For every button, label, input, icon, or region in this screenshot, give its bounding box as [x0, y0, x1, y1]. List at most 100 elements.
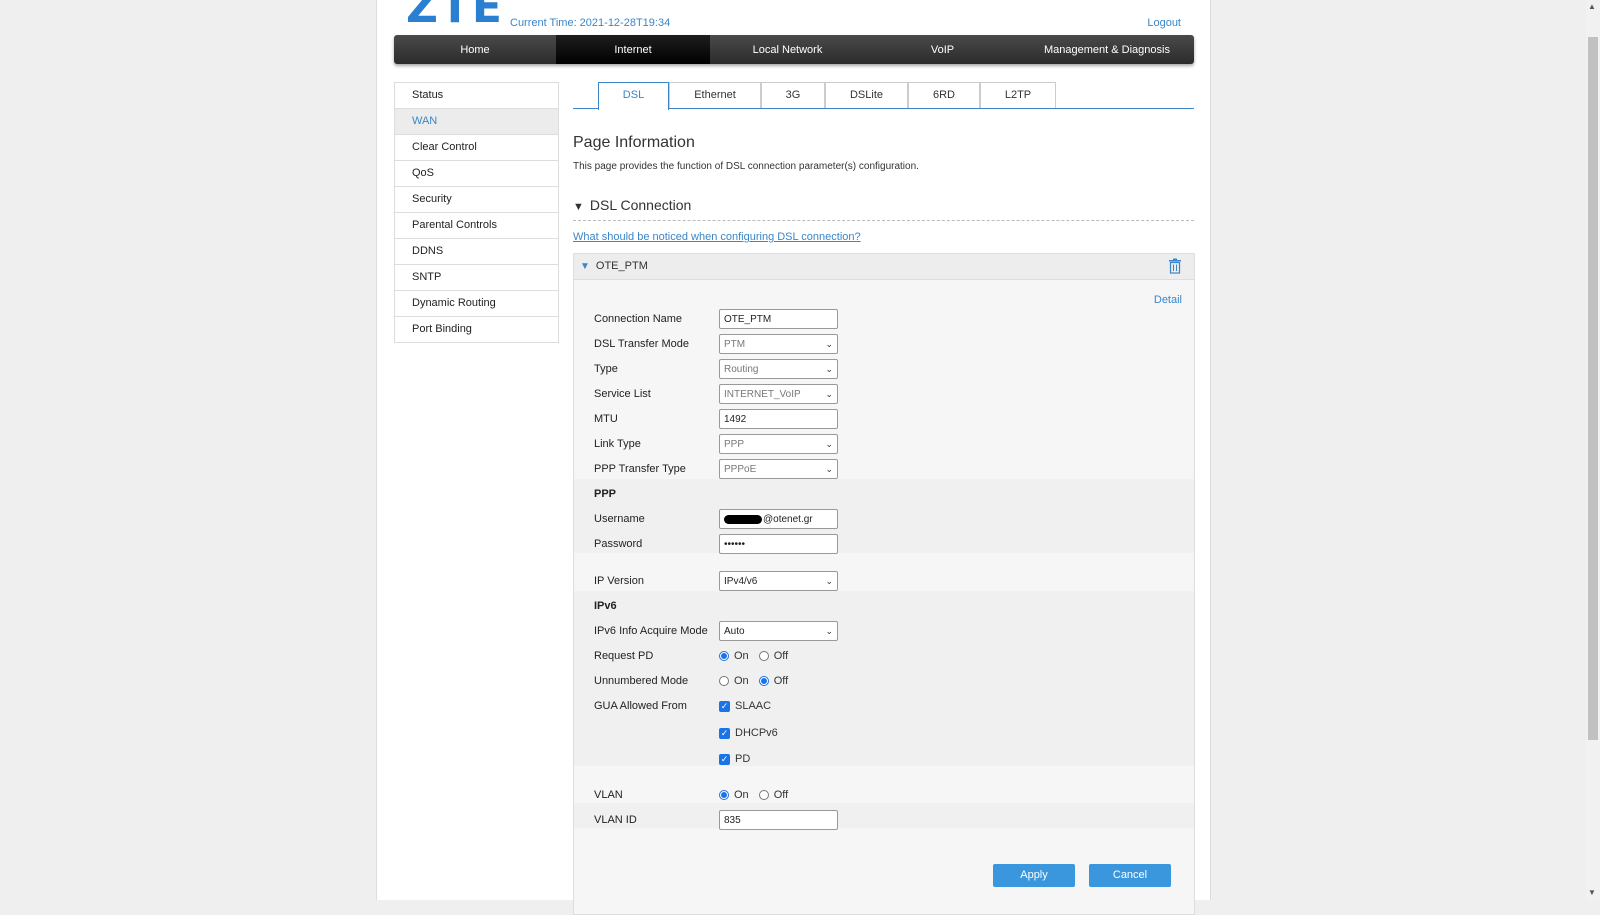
transfer-mode-value: PTM: [724, 338, 746, 350]
chevron-down-icon: ⌄: [825, 438, 833, 449]
service-list-value: INTERNET_VoIP: [724, 388, 801, 400]
vlan-on-label: On: [734, 789, 749, 801]
label-request-pd: Request PD: [594, 650, 654, 662]
label-username: Username: [594, 513, 645, 525]
radio-unchecked-icon: [758, 790, 769, 800]
row-gua-dhcpv6: ✓ DHCPv6: [594, 722, 788, 744]
row-ppp-transfer-type: PPP Transfer Type PPPoE ⌄: [594, 458, 838, 480]
vlan-on-radio[interactable]: On: [719, 789, 749, 801]
chevron-down-icon: ⌄: [825, 388, 833, 399]
page-description: This page provides the function of DSL c…: [573, 161, 919, 172]
nav-internet[interactable]: Internet: [556, 35, 710, 64]
help-link[interactable]: What should be noticed when configuring …: [573, 231, 861, 243]
tab-ethernet[interactable]: Ethernet: [669, 82, 761, 108]
section-title-text: DSL Connection: [589, 197, 692, 213]
tab-6rd[interactable]: 6RD: [908, 82, 980, 108]
tab-dslite[interactable]: DSLite: [825, 82, 908, 108]
checkbox-checked-icon: ✓: [719, 700, 730, 712]
ppp-transfer-type-select[interactable]: PPPoE ⌄: [719, 459, 838, 479]
ppp-transfer-type-value: PPPoE: [724, 463, 757, 475]
redaction-scribble: [724, 514, 762, 524]
connection-header[interactable]: ▼ OTE_PTM: [574, 254, 1194, 280]
tab-l2tp[interactable]: L2TP: [980, 82, 1056, 108]
service-list-select[interactable]: INTERNET_VoIP ⌄: [719, 384, 838, 404]
row-ipv6-mode: IPv6 Info Acquire Mode Auto ⌄: [594, 620, 838, 642]
sidebar-item-wan[interactable]: WAN: [395, 109, 558, 135]
ipv6-section-header: IPv6: [594, 600, 617, 612]
row-unnumbered: Unnumbered Mode On Off: [594, 670, 798, 692]
sidebar-item-qos[interactable]: QoS: [395, 161, 558, 187]
sidebar-item-security[interactable]: Security: [395, 187, 558, 213]
request-pd-on-radio[interactable]: On: [719, 650, 749, 662]
nav-local-network[interactable]: Local Network: [710, 35, 865, 64]
row-service-list: Service List INTERNET_VoIP ⌄: [594, 383, 838, 405]
sidebar-item-sntp[interactable]: SNTP: [395, 265, 558, 291]
section-title[interactable]: ▼ DSL Connection: [573, 197, 691, 213]
mtu-input[interactable]: 1492: [719, 409, 838, 429]
label-vlan-id: VLAN ID: [594, 814, 637, 826]
ip-version-select[interactable]: IPv4/v6 ⌄: [719, 571, 838, 591]
label-ppp-transfer-type: PPP Transfer Type: [594, 463, 686, 475]
label-mtu: MTU: [594, 413, 618, 425]
cancel-button[interactable]: Cancel: [1089, 864, 1171, 887]
sidebar-item-clear-control[interactable]: Clear Control: [395, 135, 558, 161]
row-vlan: VLAN On Off: [594, 784, 798, 806]
ipv6-mode-select[interactable]: Auto ⌄: [719, 621, 838, 641]
scroll-up-arrow-icon[interactable]: ▲: [1588, 2, 1596, 11]
sidebar-item-ddns[interactable]: DDNS: [395, 239, 558, 265]
vlan-id-input[interactable]: 835: [719, 810, 838, 830]
unnumbered-on-radio[interactable]: On: [719, 675, 749, 687]
type-value: Routing: [724, 363, 759, 375]
gua-pd-checkbox[interactable]: ✓ PD: [719, 753, 750, 765]
chevron-down-icon: ⌄: [825, 575, 833, 586]
username-value: @otenet.gr: [763, 513, 813, 525]
chevron-down-icon: ⌄: [825, 463, 833, 474]
ip-version-value: IPv4/v6: [724, 575, 758, 587]
type-select[interactable]: Routing ⌄: [719, 359, 838, 379]
vlan-off-label: Off: [773, 789, 789, 801]
unnumbered-off-label: Off: [773, 675, 789, 687]
radio-checked-icon: [758, 676, 769, 686]
current-time: Current Time: 2021-12-28T19:34: [510, 17, 671, 29]
checkbox-checked-icon: ✓: [719, 753, 730, 765]
nav-voip[interactable]: VoIP: [865, 35, 1020, 64]
page-container: ZTE Current Time: 2021-12-28T19:34 Logou…: [376, 0, 1211, 915]
sidebar-item-status[interactable]: Status: [395, 83, 558, 109]
gua-slaac-label: SLAAC: [735, 700, 772, 712]
logout-link[interactable]: Logout: [1147, 17, 1181, 29]
row-request-pd: Request PD On Off: [594, 645, 798, 667]
trash-icon[interactable]: [1168, 258, 1182, 274]
row-ip-version: IP Version IPv4/v6 ⌄: [594, 570, 838, 592]
request-pd-off-label: Off: [773, 650, 789, 662]
password-input[interactable]: ••••••: [719, 534, 838, 554]
nav-home[interactable]: Home: [394, 35, 556, 64]
main-nav: Home Internet Local Network VoIP Managem…: [394, 35, 1194, 64]
transfer-mode-select[interactable]: PTM ⌄: [719, 334, 838, 354]
gua-slaac-checkbox[interactable]: ✓ SLAAC: [719, 700, 771, 712]
detail-link[interactable]: Detail: [1154, 294, 1182, 306]
tab-dsl[interactable]: DSL: [598, 82, 669, 110]
label-unnumbered: Unnumbered Mode: [594, 675, 689, 687]
sidebar-item-parental-controls[interactable]: Parental Controls: [395, 213, 558, 239]
sidebar-item-dynamic-routing[interactable]: Dynamic Routing: [395, 291, 558, 317]
link-type-value: PPP: [724, 438, 745, 450]
label-link-type: Link Type: [594, 438, 641, 450]
chevron-down-icon: ⌄: [825, 338, 833, 349]
row-gua-pd: ✓ PD: [594, 748, 760, 770]
sidebar-item-port-binding[interactable]: Port Binding: [395, 317, 558, 343]
row-transfer-mode: DSL Transfer Mode PTM ⌄: [594, 333, 838, 355]
label-vlan: VLAN: [594, 789, 623, 801]
vlan-off-radio[interactable]: Off: [758, 789, 789, 801]
scroll-down-arrow-icon[interactable]: ▼: [1588, 888, 1596, 897]
unnumbered-off-radio[interactable]: Off: [758, 675, 789, 687]
link-type-select[interactable]: PPP ⌄: [719, 434, 838, 454]
connection-name-input[interactable]: OTE_PTM: [719, 309, 838, 329]
gua-dhcpv6-checkbox[interactable]: ✓ DHCPv6: [719, 727, 778, 739]
connection-panel: ▼ OTE_PTM Detail Connection Name OTE_PTM …: [573, 253, 1195, 915]
scrollbar-thumb[interactable]: [1588, 37, 1598, 740]
apply-button[interactable]: Apply: [993, 864, 1075, 887]
tab-3g[interactable]: 3G: [761, 82, 825, 108]
request-pd-off-radio[interactable]: Off: [758, 650, 789, 662]
username-input[interactable]: @otenet.gr: [719, 509, 838, 529]
nav-management-diagnosis[interactable]: Management & Diagnosis: [1020, 35, 1194, 64]
